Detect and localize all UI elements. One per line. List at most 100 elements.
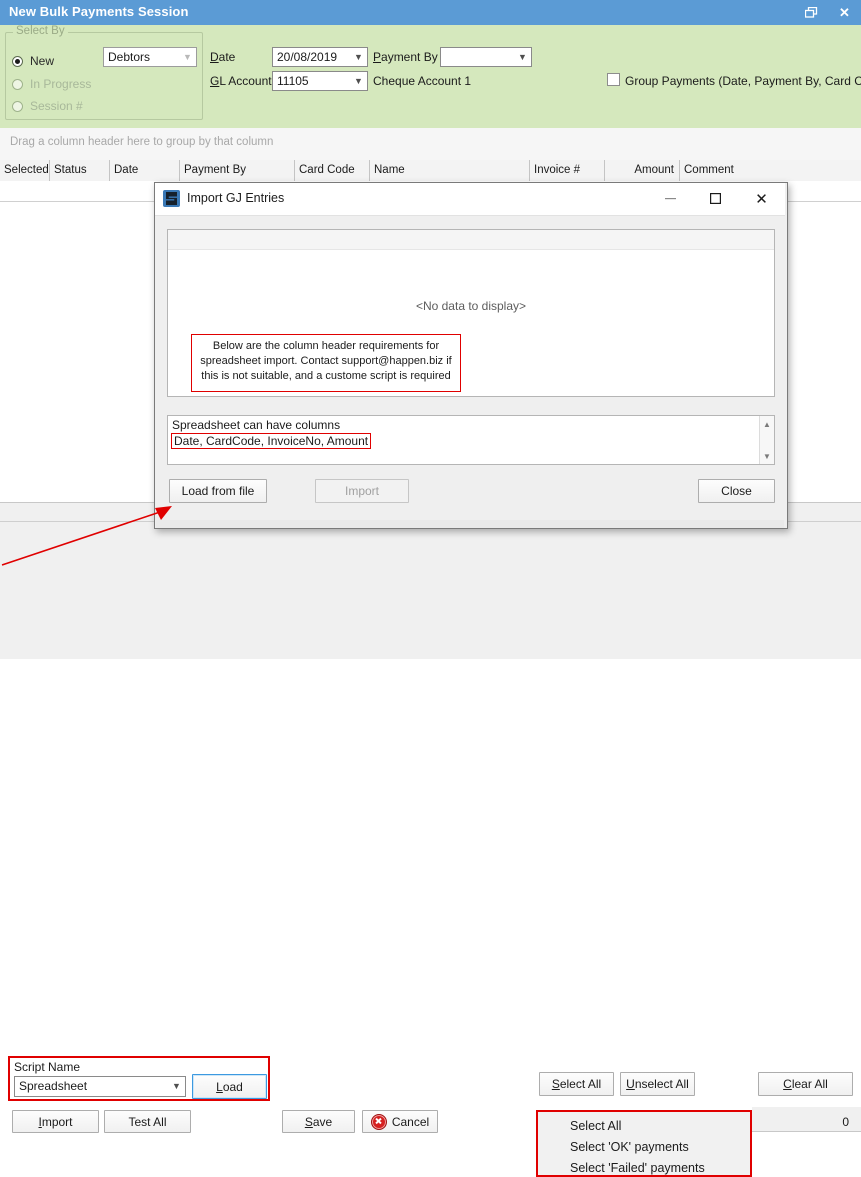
import-preview-grid[interactable]: <No data to display> Below are the colum… (167, 229, 775, 397)
select-by-groupbox: Select By New In Progress Session # (5, 32, 203, 120)
maximize-icon (710, 193, 721, 204)
payment-by-combo[interactable]: ▼ (440, 47, 532, 67)
save-button[interactable]: Save (282, 1110, 355, 1133)
unselect-all-button[interactable]: Unselect All (620, 1072, 695, 1096)
group-payments-label: Group Payments (Date, Payment By, Card C… (625, 74, 861, 88)
date-label-rest: ate (219, 50, 236, 64)
memo-line-2: Date, CardCode, InvoiceNo, Amount (171, 433, 371, 449)
select-by-label: Select By (13, 25, 68, 37)
ledger-type-value: Debtors (108, 50, 150, 64)
column-header-name[interactable]: Name (370, 160, 530, 181)
column-header-status[interactable]: Status (50, 160, 110, 181)
application-window: New Bulk Payments Session ✕ Select By Ne… (0, 0, 861, 658)
gl-account-combo[interactable]: 11105 ▼ (272, 71, 368, 91)
dialog-maximize-button[interactable] (693, 183, 738, 214)
radio-new-label: New (30, 54, 54, 68)
import-gj-entries-dialog: Import GJ Entries ✕ <No data to display>… (154, 182, 788, 529)
group-by-bar[interactable]: Drag a column header here to group by th… (0, 128, 861, 161)
column-header-comment[interactable]: Comment (680, 160, 861, 181)
cancel-label: Cancel (392, 1115, 429, 1129)
dialog-statusbar (156, 520, 784, 528)
chevron-down-icon: ▼ (514, 48, 531, 66)
restore-icon (805, 7, 818, 18)
dialog-minimize-button[interactable] (648, 183, 693, 214)
main-titlebar: New Bulk Payments Session ✕ (0, 0, 861, 26)
radio-in-progress-label: In Progress (30, 77, 91, 91)
close-button[interactable]: ✕ (828, 0, 861, 25)
grid-header-row: Selected Status Date Payment By Card Cod… (0, 160, 861, 182)
select-all-button[interactable]: Select All (539, 1072, 614, 1096)
import-button[interactable]: Import (12, 1110, 99, 1133)
column-header-date[interactable]: Date (110, 160, 180, 181)
gl-account-value: 11105 (277, 74, 309, 88)
column-label: Selected (4, 164, 49, 176)
group-payments-checkbox[interactable] (607, 73, 620, 86)
dialog-import-label: Import (345, 484, 379, 498)
minimize-icon (665, 198, 676, 200)
restore-button[interactable] (795, 0, 828, 25)
session-header-panel: Select By New In Progress Session # Debt… (0, 25, 861, 129)
radio-dot-icon (12, 101, 23, 112)
app-icon (163, 190, 180, 207)
column-label: Date (114, 164, 138, 176)
chevron-down-icon: ▼ (350, 48, 367, 66)
clear-all-button[interactable]: Clear All (758, 1072, 853, 1096)
clear-all-label: Clear All (783, 1077, 828, 1091)
dialog-close-button[interactable]: ✕ (739, 183, 784, 214)
column-label: Comment (684, 164, 734, 176)
bottom-toolbar: Script Name Spreadsheet ▼ Load Import Te… (0, 521, 861, 659)
test-all-button[interactable]: Test All (104, 1110, 191, 1133)
menu-item-select-failed-payments[interactable]: Select 'Failed' payments (570, 1161, 705, 1175)
select-all-label: Select All (552, 1077, 601, 1091)
dialog-titlebar: Import GJ Entries ✕ (155, 183, 785, 216)
import-grid-header-band (168, 230, 774, 250)
cancel-icon (371, 1114, 387, 1130)
menu-item-select-ok-payments[interactable]: Select 'OK' payments (570, 1140, 689, 1154)
chevron-down-icon: ▼ (350, 72, 367, 90)
date-combo[interactable]: 20/08/2019 ▼ (272, 47, 368, 67)
column-requirements-note: Below are the column header requirements… (191, 334, 461, 392)
column-label: Payment By (184, 164, 246, 176)
memo-scrollbar[interactable]: ▲ ▼ (759, 416, 774, 464)
gl-account-label: GL Account (210, 74, 272, 88)
script-panel-annotation (8, 1056, 270, 1101)
dialog-close-label: Close (721, 484, 752, 498)
column-header-invoice-number[interactable]: Invoice # (530, 160, 605, 181)
window-title: New Bulk Payments Session (9, 4, 189, 19)
scroll-up-icon[interactable]: ▲ (760, 417, 774, 431)
close-icon: ✕ (755, 190, 768, 208)
ledger-type-combo[interactable]: Debtors ▼ (103, 47, 197, 67)
radio-dot-icon (12, 79, 23, 90)
chevron-down-icon: ▼ (179, 48, 196, 66)
memo-line-1: Spreadsheet can have columns (172, 418, 340, 432)
no-data-message: <No data to display> (168, 299, 774, 313)
scroll-down-icon[interactable]: ▼ (760, 449, 774, 463)
cancel-button[interactable]: Cancel (362, 1110, 438, 1133)
dialog-close-action-button[interactable]: Close (698, 479, 775, 503)
grid-total-value: 0 (842, 1115, 849, 1129)
column-label: Status (54, 164, 87, 176)
dialog-import-button[interactable]: Import (315, 479, 409, 503)
radio-session-number-label: Session # (30, 99, 83, 113)
menu-item-select-all[interactable]: Select All (570, 1119, 621, 1133)
column-header-payment-by[interactable]: Payment By (180, 160, 295, 181)
date-label: Date (210, 50, 235, 64)
column-label: Card Code (299, 164, 355, 176)
dialog-title: Import GJ Entries (187, 191, 284, 205)
column-header-amount[interactable]: Amount (605, 160, 680, 181)
date-value: 20/08/2019 (277, 50, 337, 64)
load-from-file-label: Load from file (182, 484, 255, 498)
cheque-account-label: Cheque Account 1 (373, 74, 471, 88)
spreadsheet-columns-memo[interactable]: Spreadsheet can have columns Date, CardC… (167, 415, 775, 465)
selection-context-menu[interactable]: Select All Select 'OK' payments Select '… (536, 1110, 752, 1177)
column-label: Invoice # (534, 164, 580, 176)
test-all-label: Test All (128, 1115, 166, 1129)
payment-by-label: Payment By (373, 50, 438, 64)
load-from-file-button[interactable]: Load from file (169, 479, 267, 503)
radio-dot-icon (12, 56, 23, 67)
column-header-card-code[interactable]: Card Code (295, 160, 370, 181)
save-label: Save (305, 1115, 332, 1129)
column-label: Name (374, 164, 405, 176)
group-by-hint: Drag a column header here to group by th… (10, 136, 273, 148)
column-header-selected[interactable]: Selected (0, 160, 50, 181)
